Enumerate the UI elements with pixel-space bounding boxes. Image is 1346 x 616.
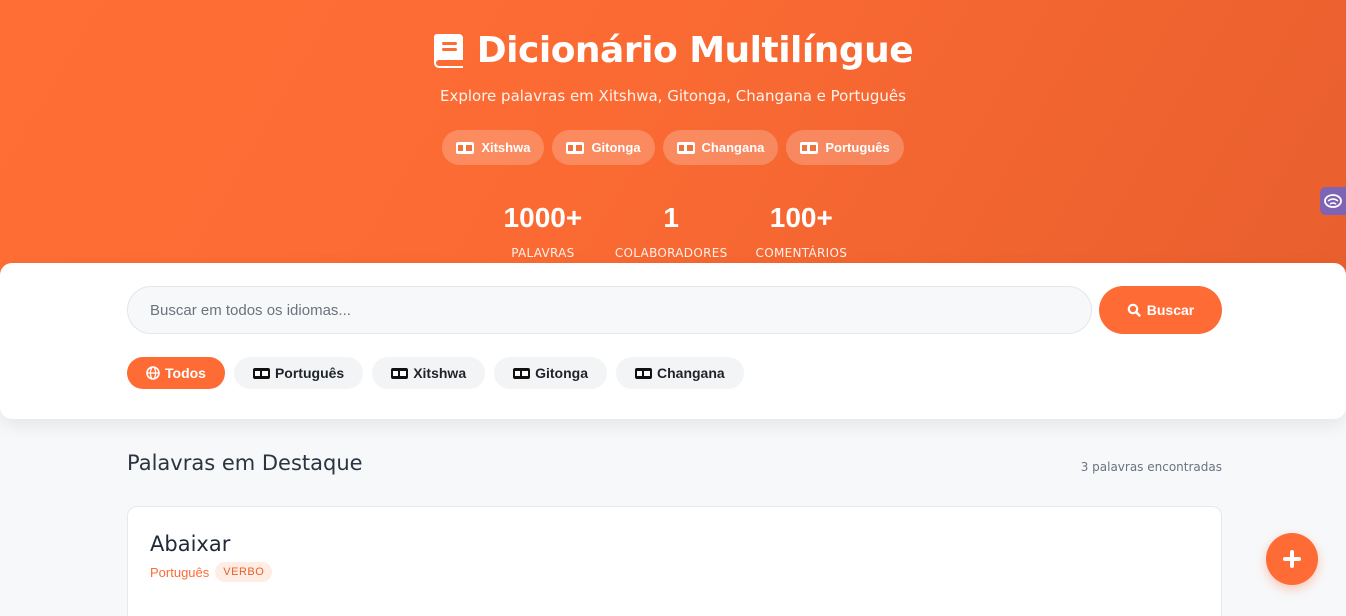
stat-comentarios: 100+ COMENTÁRIOS [756,200,848,260]
stat-label: PALAVRAS [511,246,575,260]
language-icon [676,141,695,154]
word-card[interactable]: Abaixar Português VERBO [127,506,1222,616]
stat-label: COLABORADORES [614,246,728,260]
page-subtitle: Explore palavras em Xitshwa, Gitonga, Ch… [440,87,906,105]
search-input[interactable] [127,286,1092,334]
search-card: Buscar Todos Português Xitshwa Gitonga C… [0,263,1346,419]
language-pill-gitonga[interactable]: Gitonga [552,130,655,165]
stat-label: COMENTÁRIOS [755,246,848,260]
language-icon [513,367,531,379]
language-icon [566,141,585,154]
language-icon [635,367,652,379]
side-assistant-tab[interactable] [1320,187,1346,215]
language-icon [800,141,819,154]
hero-header: Dicionário Multilíngue Explore palavras … [0,0,1346,290]
language-pill-label: Changana [701,140,765,155]
word-class-badge: VERBO [215,562,273,582]
stat-colaboradores: 1 COLABORADORES [615,200,728,260]
brain-icon [1324,194,1342,208]
filter-todos[interactable]: Todos [127,357,225,389]
title-row: Dicionário Multilíngue [0,30,1346,71]
stat-value: 1 [663,202,679,233]
language-icon [456,141,475,154]
language-pill-label: Português [825,140,890,155]
filter-label: Português [274,365,345,381]
section-title: Palavras em Destaque [127,451,363,475]
filter-gitonga[interactable]: Gitonga [494,357,607,389]
page-title: Dicionário Multilíngue [476,30,914,71]
filter-xitshwa[interactable]: Xitshwa [372,357,486,389]
language-icon [391,367,409,379]
stat-value: 100+ [769,202,833,233]
add-word-button[interactable] [1266,533,1318,585]
word-meta: Português VERBO [150,562,273,582]
filter-portugues[interactable]: Português [233,357,364,389]
language-filters: Todos Português Xitshwa Gitonga Changana [127,357,744,389]
search-button[interactable]: Buscar [1099,286,1222,334]
search-button-label: Buscar [1146,302,1195,318]
book-icon [433,33,463,68]
stat-palavras: 1000+ PALAVRAS [499,200,587,260]
globe-icon [146,366,160,380]
stat-value: 1000+ [503,202,583,233]
language-pill-portugues[interactable]: Português [786,130,904,165]
filter-label: Xitshwa [413,365,467,381]
results-count: 3 palavras encontradas [1080,460,1222,474]
stats-row: 1000+ PALAVRAS 1 COLABORADORES 100+ COME… [0,200,1346,260]
language-pill-changana[interactable]: Changana [662,130,779,165]
language-pill-label: Xitshwa [481,140,531,155]
word-title: Abaixar [150,532,231,556]
language-pills: Xitshwa Gitonga Changana Português [0,130,1346,165]
filter-label: Todos [165,365,206,381]
search-icon [1127,303,1141,317]
filter-label: Gitonga [535,365,588,381]
language-icon [252,367,270,379]
filter-label: Changana [657,365,725,381]
word-language: Português [150,564,210,580]
language-pill-xitshwa[interactable]: Xitshwa [442,130,545,165]
filter-changana[interactable]: Changana [616,357,744,389]
language-pill-label: Gitonga [591,140,641,155]
